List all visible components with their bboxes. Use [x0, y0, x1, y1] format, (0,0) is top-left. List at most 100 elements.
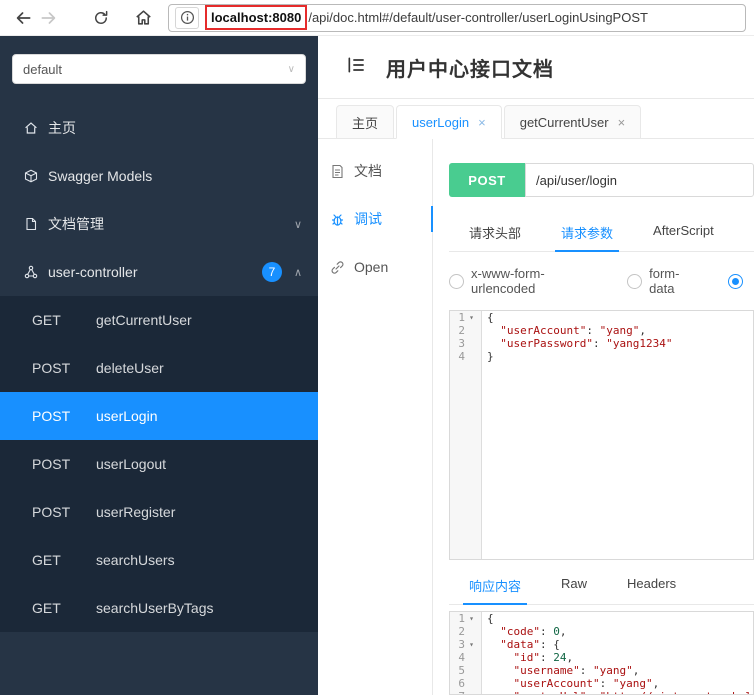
sidebar-endpoint-searchUsers[interactable]: GET searchUsers	[0, 536, 318, 584]
close-icon[interactable]: ×	[618, 116, 626, 129]
refresh-button[interactable]	[88, 5, 114, 31]
tab-request-params[interactable]: 请求参数	[541, 217, 633, 252]
sidebar-endpoint-getCurrentUser[interactable]: GET getCurrentUser	[0, 296, 318, 344]
fold-toggle-icon[interactable]: ▾	[465, 612, 478, 625]
sidebar-menu: 主页 Swagger Models 文档管理 ∨ user-controller…	[0, 104, 318, 632]
tab-userlogin[interactable]: userLogin ×	[396, 105, 502, 139]
request-body-editor[interactable]: 1 ▾ 2 3 4 { "userAccount": "yang", "userPass…	[449, 310, 754, 560]
sidebar-item-doc-management[interactable]: 文档管理 ∨	[0, 200, 318, 248]
code-line: "userPassword": "yang1234"	[500, 337, 673, 350]
view-tab-debug[interactable]: 调试	[318, 195, 433, 243]
url-text: localhost:8080 /api/doc.html#/default/us…	[205, 5, 648, 30]
http-method-button[interactable]: POST	[449, 163, 525, 197]
tab-request-headers[interactable]: 请求头部	[449, 217, 541, 251]
tab-response-raw[interactable]: Raw	[541, 570, 607, 604]
main-header: 用户中心接口文档	[318, 36, 754, 99]
endpoint-view-nav: 文档 调试 Open	[318, 139, 433, 695]
request-tabbar: 请求头部 请求参数 AfterScript	[449, 217, 754, 252]
fold-toggle-icon[interactable]: ▾	[465, 638, 478, 651]
editor-gutter: 1 ▾ 2 3 4	[450, 311, 482, 559]
sidebar-endpoint-userLogout[interactable]: POST userLogout	[0, 440, 318, 488]
api-group-value: default	[23, 61, 63, 77]
request-line: POST	[449, 163, 754, 197]
sidebar-item-home[interactable]: 主页	[0, 104, 318, 152]
endpoint-name: searchUsers	[96, 552, 175, 568]
tab-response-body[interactable]: 响应内容	[449, 570, 541, 605]
browser-toolbar: localhost:8080 /api/doc.html#/default/us…	[0, 0, 754, 36]
endpoint-method: GET	[32, 312, 61, 328]
code-line: {	[487, 612, 494, 625]
home-icon	[24, 121, 38, 135]
radio-x-www-form-urlencoded[interactable]: x-www-form-urlencoded	[449, 266, 599, 296]
line-number: 4	[458, 651, 465, 664]
tab-label: Headers	[627, 576, 677, 591]
request-url-input[interactable]	[525, 163, 754, 197]
back-button[interactable]	[10, 5, 36, 31]
radio-json-selected[interactable]	[728, 273, 750, 289]
code-line: "code": 0,	[500, 625, 567, 638]
view-tab-label: Open	[354, 259, 389, 275]
endpoint-method: POST	[32, 504, 71, 520]
response-body-editor[interactable]: 1▾23▾456789 { "code": 0, "data": { "id":…	[449, 611, 754, 695]
tab-afterscript[interactable]: AfterScript	[633, 217, 734, 251]
endpoint-method: GET	[32, 552, 61, 568]
line-number: 3	[458, 638, 465, 651]
code-line: "username": "yang",	[513, 664, 640, 677]
forward-button[interactable]	[36, 5, 62, 31]
view-tab-docs[interactable]: 文档	[318, 147, 432, 195]
menu-fold-icon[interactable]	[346, 55, 366, 80]
sidebar-item-label: Swagger Models	[48, 168, 153, 184]
line-number: 2	[458, 625, 465, 638]
site-info-button[interactable]	[175, 6, 199, 29]
tab-label: 响应内容	[469, 579, 522, 594]
endpoint-name: userLogout	[96, 456, 167, 472]
chevron-up-icon: ∧	[293, 266, 302, 279]
line-number: 5	[458, 664, 465, 677]
radio-form-data[interactable]: form-data	[627, 266, 700, 296]
address-bar[interactable]: localhost:8080 /api/doc.html#/default/us…	[168, 3, 746, 32]
content-area: 文档 调试 Open POST /api/user/login 请求头部 请求参…	[318, 139, 754, 695]
api-controller-icon	[24, 265, 38, 279]
page-title: 用户中心接口文档	[386, 58, 554, 81]
debug-bug-icon	[330, 212, 345, 227]
endpoint-name: userRegister	[96, 504, 176, 520]
models-cube-icon	[24, 169, 38, 183]
radio-label: x-www-form-urlencoded	[471, 266, 545, 296]
view-tab-open[interactable]: Open	[318, 243, 432, 291]
tab-label: 主页	[352, 115, 379, 131]
line-number: 4	[458, 350, 465, 363]
document-tabbar: 主页 userLogin × getCurrentUser ×	[318, 99, 754, 139]
sidebar-endpoint-deleteUser[interactable]: POST deleteUser	[0, 344, 318, 392]
code-line: "userAccount": "yang",	[513, 677, 660, 690]
sidebar-endpoint-searchUserByTags[interactable]: GET searchUserByTags	[0, 584, 318, 632]
home-button[interactable]	[130, 5, 156, 31]
tab-home[interactable]: 主页	[336, 105, 395, 139]
sidebar-item-swagger-models[interactable]: Swagger Models	[0, 152, 318, 200]
line-number: 6	[458, 677, 465, 690]
chevron-down-icon: ∨	[293, 218, 302, 231]
endpoint-name: searchUserByTags	[96, 600, 214, 616]
tab-getcurrentuser[interactable]: getCurrentUser ×	[503, 105, 642, 139]
radio-label: form-data	[649, 266, 680, 296]
tab-response-headers[interactable]: Headers	[607, 570, 696, 604]
endpoint-method: GET	[32, 600, 61, 616]
sidebar-endpoint-userLogin[interactable]: POST userLogin	[0, 392, 318, 440]
sidebar-endpoint-userRegister[interactable]: POST userRegister	[0, 488, 318, 536]
radio-icon	[627, 273, 643, 289]
close-icon[interactable]: ×	[478, 116, 486, 129]
sidebar-item-user-controller[interactable]: user-controller 7 ∧	[0, 248, 318, 296]
link-icon	[330, 260, 345, 275]
sidebar-item-label: 文档管理	[48, 216, 104, 232]
tab-label: 请求头部	[469, 226, 522, 241]
file-text-icon	[330, 164, 345, 179]
code-line: {	[487, 311, 494, 324]
api-group-select[interactable]: default ∨	[12, 54, 306, 84]
content-type-options: x-www-form-urlencoded form-data	[449, 266, 754, 296]
sidebar-item-label: user-controller	[48, 264, 138, 280]
fold-toggle-icon[interactable]: ▾	[465, 311, 478, 324]
sidebar: default ∨ 主页 Swagger Models 文档管理 ∨ user-…	[0, 36, 318, 695]
